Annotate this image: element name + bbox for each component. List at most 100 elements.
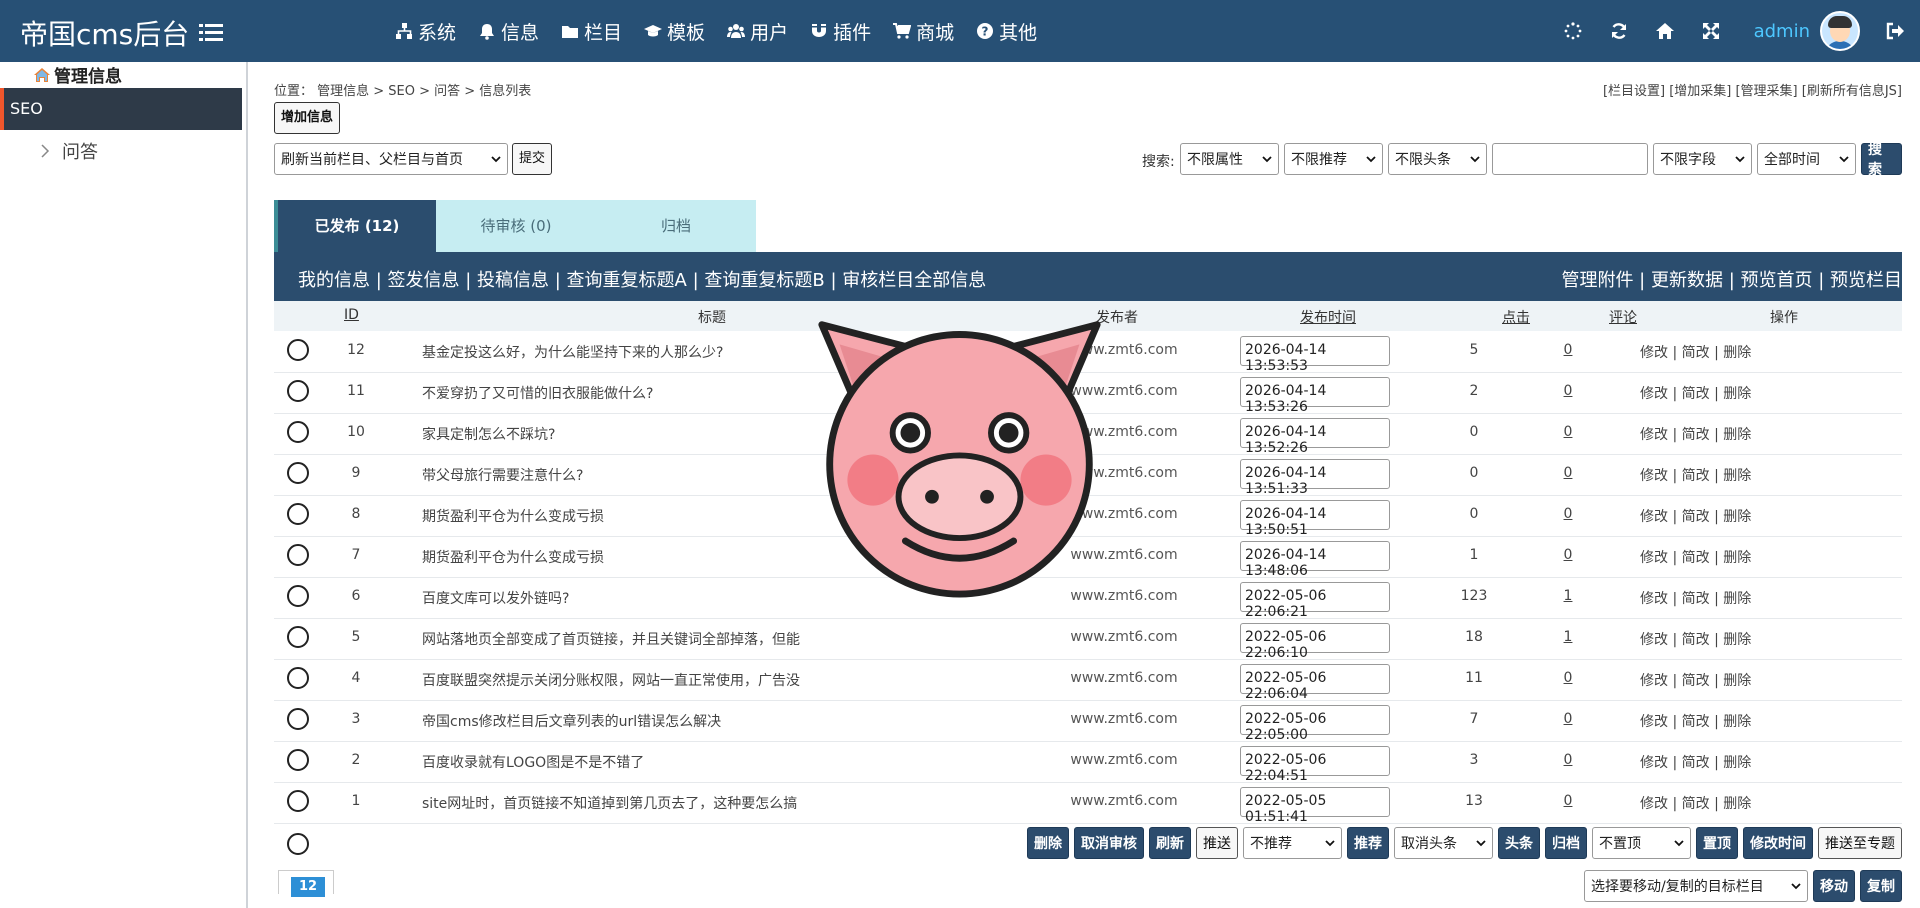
row-time-input[interactable]: 2026-04-14 13:51:33	[1240, 459, 1390, 497]
delete-link[interactable]: 删除	[1723, 509, 1751, 525]
row-comments-link[interactable]: 0	[1548, 506, 1588, 522]
row-title[interactable]: 百度收录就有LOGO图是不是不错了	[422, 752, 842, 772]
quick-edit-link[interactable]: 简改	[1682, 714, 1710, 730]
logout-icon[interactable]	[1884, 20, 1906, 42]
row-select-radio[interactable]	[287, 667, 309, 689]
col-time[interactable]: 发布时间	[1300, 307, 1356, 327]
nav-system[interactable]: 系统	[395, 18, 456, 45]
refresh-button[interactable]: 刷新	[1149, 827, 1191, 859]
tab-archive[interactable]: 归档	[596, 200, 756, 252]
link-preview-home[interactable]: 预览首页	[1740, 270, 1812, 291]
quick-edit-link[interactable]: 简改	[1682, 509, 1710, 525]
spinner-icon[interactable]	[1562, 20, 1584, 42]
nav-info[interactable]: 信息	[478, 18, 539, 45]
attr-select[interactable]: 不限属性	[1180, 143, 1279, 175]
delete-link[interactable]: 删除	[1723, 714, 1751, 730]
quick-edit-link[interactable]: 简改	[1682, 550, 1710, 566]
row-select-radio[interactable]	[287, 339, 309, 361]
fullscreen-icon[interactable]	[1700, 20, 1722, 42]
submit-button[interactable]: 提交	[512, 143, 553, 175]
delete-button[interactable]: 删除	[1027, 827, 1069, 859]
quick-edit-link[interactable]: 简改	[1682, 345, 1710, 361]
edit-link[interactable]: 修改	[1640, 632, 1668, 648]
modify-time-button[interactable]: 修改时间	[1743, 827, 1813, 859]
link-manage-attachments[interactable]: 管理附件	[1561, 270, 1633, 291]
row-comments-link[interactable]: 0	[1548, 383, 1588, 399]
headline-filter-select[interactable]: 不限头条	[1388, 143, 1487, 175]
quick-edit-link[interactable]: 简改	[1682, 796, 1710, 812]
edit-link[interactable]: 修改	[1640, 550, 1668, 566]
row-select-radio[interactable]	[287, 380, 309, 402]
recommend-button[interactable]: 推荐	[1347, 827, 1389, 859]
row-time-input[interactable]: 2022-05-06 22:05:00	[1240, 705, 1390, 743]
row-time-input[interactable]: 2026-04-14 13:48:06	[1240, 541, 1390, 579]
row-time-input[interactable]: 2026-04-14 13:53:26	[1240, 377, 1390, 415]
link-dup-title-b[interactable]: 查询重复标题B	[704, 270, 824, 291]
link-review-all[interactable]: 审核栏目全部信息	[842, 270, 986, 291]
row-select-radio[interactable]	[287, 544, 309, 566]
copy-button[interactable]: 复制	[1860, 870, 1902, 902]
row-time-input[interactable]: 2022-05-06 22:04:51	[1240, 746, 1390, 784]
sidebar-item-qa[interactable]: 问答	[40, 138, 98, 164]
delete-link[interactable]: 删除	[1723, 632, 1751, 648]
row-comments-link[interactable]: 1	[1548, 629, 1588, 645]
select-all-radio[interactable]	[287, 833, 309, 855]
row-time-input[interactable]: 2026-04-14 13:52:26	[1240, 418, 1390, 456]
edit-link[interactable]: 修改	[1640, 386, 1668, 402]
row-comments-link[interactable]: 0	[1548, 670, 1588, 686]
delete-link[interactable]: 删除	[1723, 427, 1751, 443]
sidebar-item-seo[interactable]: SEO	[0, 88, 242, 130]
top-select[interactable]: 不置顶	[1592, 827, 1691, 859]
refresh-icon[interactable]	[1608, 20, 1630, 42]
link-preview-column[interactable]: 预览栏目	[1830, 270, 1902, 291]
move-button[interactable]: 移动	[1813, 870, 1855, 902]
row-title[interactable]: 基金定投这么好，为什么能坚持下来的人那么少?	[422, 342, 842, 362]
quick-edit-link[interactable]: 简改	[1682, 632, 1710, 648]
row-select-radio[interactable]	[287, 421, 309, 443]
edit-link[interactable]: 修改	[1640, 591, 1668, 607]
cancel-review-button[interactable]: 取消审核	[1074, 827, 1144, 859]
edit-link[interactable]: 修改	[1640, 345, 1668, 361]
search-button[interactable]: 搜索	[1861, 142, 1902, 178]
target-column-select[interactable]: 选择要移动/复制的目标栏目	[1584, 870, 1808, 902]
page-current[interactable]: 12	[291, 877, 325, 897]
delete-link[interactable]: 删除	[1723, 345, 1751, 361]
row-comments-link[interactable]: 0	[1548, 424, 1588, 440]
avatar[interactable]	[1820, 11, 1860, 51]
user-name[interactable]: admin	[1754, 21, 1810, 42]
row-title[interactable]: 带父母旅行需要注意什么?	[422, 465, 842, 485]
row-title[interactable]: 帝国cms修改栏目后文章列表的url错误怎么解决	[422, 711, 842, 731]
row-time-input[interactable]: 2026-04-14 13:53:53	[1240, 336, 1390, 374]
row-title[interactable]: 期货盈利平仓为什么变成亏损	[422, 506, 842, 526]
recommend-filter-select[interactable]: 不限推荐	[1284, 143, 1383, 175]
row-comments-link[interactable]: 0	[1548, 465, 1588, 481]
col-id[interactable]: ID	[344, 307, 359, 323]
quick-edit-link[interactable]: 简改	[1682, 386, 1710, 402]
row-title[interactable]: 百度联盟突然提示关闭分账权限，网站一直正常使用，广告没	[422, 670, 842, 690]
recommend-select[interactable]: 不推荐	[1243, 827, 1342, 859]
edit-link[interactable]: 修改	[1640, 673, 1668, 689]
delete-link[interactable]: 删除	[1723, 591, 1751, 607]
row-comments-link[interactable]: 0	[1548, 752, 1588, 768]
nav-shop[interactable]: 商城	[893, 18, 954, 45]
edit-link[interactable]: 修改	[1640, 755, 1668, 771]
row-title[interactable]: 不爱穿扔了又可惜的旧衣服能做什么?	[422, 383, 842, 403]
home-icon[interactable]	[1654, 20, 1676, 42]
row-select-radio[interactable]	[287, 626, 309, 648]
row-title[interactable]: site网址时，首页链接不知道掉到第几页去了，这种要怎么搞	[422, 793, 842, 813]
set-top-button[interactable]: 置顶	[1696, 827, 1738, 859]
nav-other[interactable]: ? 其他	[976, 18, 1037, 45]
row-time-input[interactable]: 2022-05-06 22:06:10	[1240, 623, 1390, 661]
row-select-radio[interactable]	[287, 462, 309, 484]
link-my-info[interactable]: 我的信息	[298, 270, 370, 291]
quick-edit-link[interactable]: 简改	[1682, 755, 1710, 771]
headline-select[interactable]: 取消头条	[1394, 827, 1493, 859]
link-dup-title-a[interactable]: 查询重复标题A	[567, 270, 687, 291]
app-logo[interactable]: 帝国cms后台	[20, 13, 224, 53]
headline-button[interactable]: 头条	[1498, 827, 1540, 859]
row-comments-link[interactable]: 0	[1548, 547, 1588, 563]
column-links[interactable]: [栏目设置] [增加采集] [管理采集] [刷新所有信息JS]	[1603, 80, 1902, 99]
row-comments-link[interactable]: 0	[1548, 342, 1588, 358]
edit-link[interactable]: 修改	[1640, 714, 1668, 730]
refresh-scope-select[interactable]: 刷新当前栏目、父栏目与首页	[274, 143, 508, 175]
